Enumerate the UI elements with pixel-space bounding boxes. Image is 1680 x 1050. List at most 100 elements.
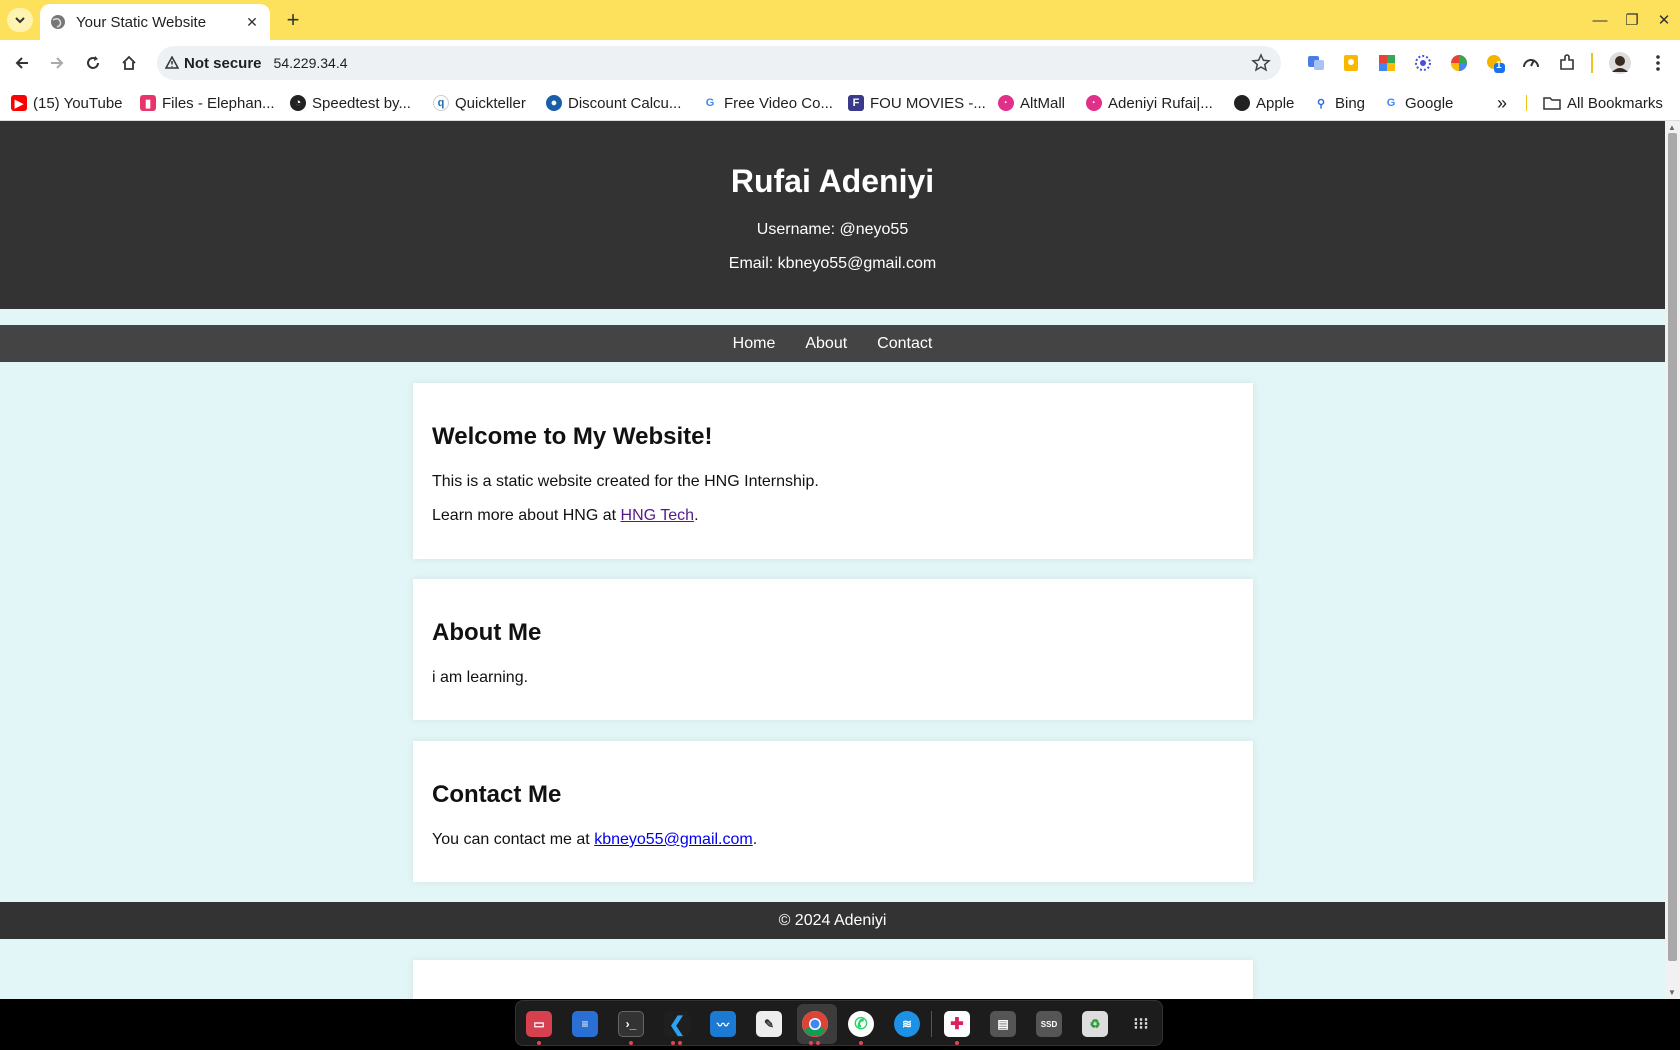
home-icon	[122, 55, 136, 70]
notes-icon[interactable]: ✎	[756, 1011, 782, 1037]
nav-about-link[interactable]: About	[805, 335, 847, 353]
about-heading: About Me	[432, 619, 542, 646]
translate-extension-icon[interactable]	[1305, 52, 1327, 74]
scroll-up-icon[interactable]: ▲	[1668, 123, 1676, 132]
bookmark-item[interactable]: ● Discount Calcu...	[546, 92, 681, 114]
site-username: Username: @neyo55	[756, 221, 909, 238]
running-indicator	[816, 1041, 820, 1045]
altmall-icon: ·	[998, 95, 1014, 111]
bookmark-label: (15) YouTube	[33, 94, 123, 112]
files-icon[interactable]: ▭	[526, 1011, 552, 1037]
new-tab-button[interactable]: +	[280, 7, 306, 32]
contact-section: Contact Me You can contact me at kbneyo5…	[413, 741, 1253, 882]
extension-badge: 1	[1496, 60, 1502, 71]
scroll-thumb[interactable]	[1668, 133, 1677, 961]
reload-button[interactable]	[78, 48, 108, 78]
slack-icon[interactable]: ✚	[944, 1011, 970, 1037]
speedometer-extension-icon[interactable]	[1520, 52, 1542, 74]
minimize-icon[interactable]: —	[1584, 0, 1616, 40]
profile-avatar[interactable]	[1609, 52, 1631, 74]
site-name: Rufai Adeniyi	[730, 163, 935, 199]
tab-title: Your Static Website	[76, 13, 207, 31]
menu-kebab-icon[interactable]	[1647, 52, 1669, 74]
bookmark-item[interactable]: · AltMall	[998, 92, 1065, 114]
bookmark-item[interactable]: q Quickteller	[433, 92, 526, 114]
nav-home-link[interactable]: Home	[733, 335, 776, 353]
browser-tab[interactable]: Your Static Website ✕	[40, 4, 270, 40]
bookmark-item[interactable]: Apple	[1234, 92, 1294, 114]
quickteller-icon: q	[433, 95, 449, 111]
bookmark-item[interactable]: ◔ Speedtest by...	[290, 92, 411, 114]
email-link[interactable]: kbneyo55@gmail.com	[594, 831, 753, 848]
tab-search-button[interactable]	[7, 8, 33, 32]
docker-icon[interactable]: ≋	[894, 1011, 920, 1037]
bookmark-item[interactable]: · Adeniyi Rufai|...	[1086, 92, 1213, 114]
all-bookmarks-button[interactable]: All Bookmarks	[1543, 92, 1663, 114]
contact-suffix: .	[752, 831, 758, 848]
color-grid-extension-icon[interactable]	[1376, 52, 1398, 74]
address-bar[interactable]: Not secure 54.229.34.4	[157, 46, 1281, 80]
bookmark-label: AltMall	[1020, 94, 1066, 112]
bookmark-item[interactable]: F FOU MOVIES -...	[848, 92, 986, 114]
close-window-icon[interactable]: ✕	[1648, 0, 1680, 40]
hng-tech-link[interactable]: HNG Tech	[621, 507, 695, 524]
site-email: Email: kbneyo55@gmail.com	[728, 255, 937, 272]
site-nav: Home About Contact	[0, 325, 1665, 362]
running-indicator	[671, 1041, 675, 1045]
ssd-icon[interactable]: SSD	[1036, 1011, 1062, 1037]
bookmark-item[interactable]: G Google	[1383, 92, 1453, 114]
about-text: i am learning.	[432, 669, 529, 686]
dock: ▭ ≡ ›_ ❮ 〰 ✎ ✆ ≋ ✚ ▤ SSD ♻ ⁝⁝⁝	[515, 1000, 1163, 1046]
running-indicator	[537, 1041, 541, 1045]
page-scrollbar[interactable]: ▲ ▼	[1665, 121, 1680, 999]
forward-button[interactable]	[42, 48, 72, 78]
text-editor-icon[interactable]: ≡	[572, 1011, 598, 1037]
chrome-icon[interactable]	[802, 1011, 828, 1037]
bookmark-item[interactable]: G Free Video Co...	[702, 92, 833, 114]
bookmark-label: Speedtest by...	[312, 94, 411, 112]
running-indicator	[678, 1041, 682, 1045]
color-wheel-extension-icon[interactable]	[1448, 52, 1470, 74]
bookmark-item[interactable]: ▶ (15) YouTube	[11, 92, 123, 114]
bookmark-label: Files - Elephan...	[162, 94, 275, 112]
restore-icon[interactable]: ❐	[1616, 0, 1648, 40]
running-indicator	[859, 1041, 863, 1045]
terminal-icon[interactable]: ›_	[618, 1011, 644, 1037]
google-icon: G	[702, 95, 718, 111]
bookmark-item[interactable]: ⚲ Bing	[1313, 92, 1365, 114]
close-tab-icon[interactable]: ✕	[244, 14, 260, 31]
forward-arrow-icon	[51, 57, 64, 69]
welcome-heading: Welcome to My Website!	[432, 423, 713, 450]
bookmark-label: Adeniyi Rufai|...	[1108, 94, 1213, 112]
home-button[interactable]	[114, 48, 144, 78]
app-grid-icon[interactable]: ⁝⁝⁝	[1128, 1011, 1154, 1037]
trash-icon[interactable]: ♻	[1082, 1011, 1108, 1037]
gear-extension-icon[interactable]	[1412, 52, 1434, 74]
extensions-puzzle-icon[interactable]	[1556, 52, 1578, 74]
learn-more-suffix: .	[694, 507, 699, 524]
bookmark-label: Free Video Co...	[724, 94, 833, 112]
back-arrow-icon	[15, 57, 28, 69]
scroll-down-icon[interactable]: ▼	[1668, 988, 1676, 997]
notification-extension-icon[interactable]: 1	[1484, 52, 1506, 74]
window-controls: — ❐ ✕	[1584, 0, 1680, 40]
disks-icon[interactable]: ▤	[990, 1011, 1016, 1037]
back-button[interactable]	[7, 48, 37, 78]
site-header: Rufai Adeniyi Username: @neyo55 Email: k…	[0, 121, 1665, 309]
apple-icon	[1234, 95, 1250, 111]
all-bookmarks-label: All Bookmarks	[1567, 94, 1663, 112]
bookmark-item[interactable]: ▮ Files - Elephan...	[140, 92, 275, 114]
security-indicator[interactable]: Not secure	[165, 55, 274, 72]
browser-tab-bar: Your Static Website ✕ + — ❐ ✕	[0, 0, 1680, 40]
security-label: Not secure	[184, 54, 262, 72]
bookmark-label: Google	[1405, 94, 1454, 112]
whatsapp-icon[interactable]: ✆	[848, 1011, 874, 1037]
nav-contact-link[interactable]: Contact	[877, 335, 932, 353]
keep-extension-icon[interactable]	[1340, 52, 1362, 74]
adeniyi-icon: ·	[1086, 95, 1102, 111]
url-text[interactable]: 54.229.34.4	[274, 55, 348, 71]
vscode-icon[interactable]: ❮	[664, 1011, 690, 1037]
bookmark-star-icon[interactable]	[1251, 53, 1271, 73]
bookmarks-overflow-button[interactable]: »	[1497, 92, 1507, 114]
system-monitor-icon[interactable]: 〰	[710, 1011, 736, 1037]
